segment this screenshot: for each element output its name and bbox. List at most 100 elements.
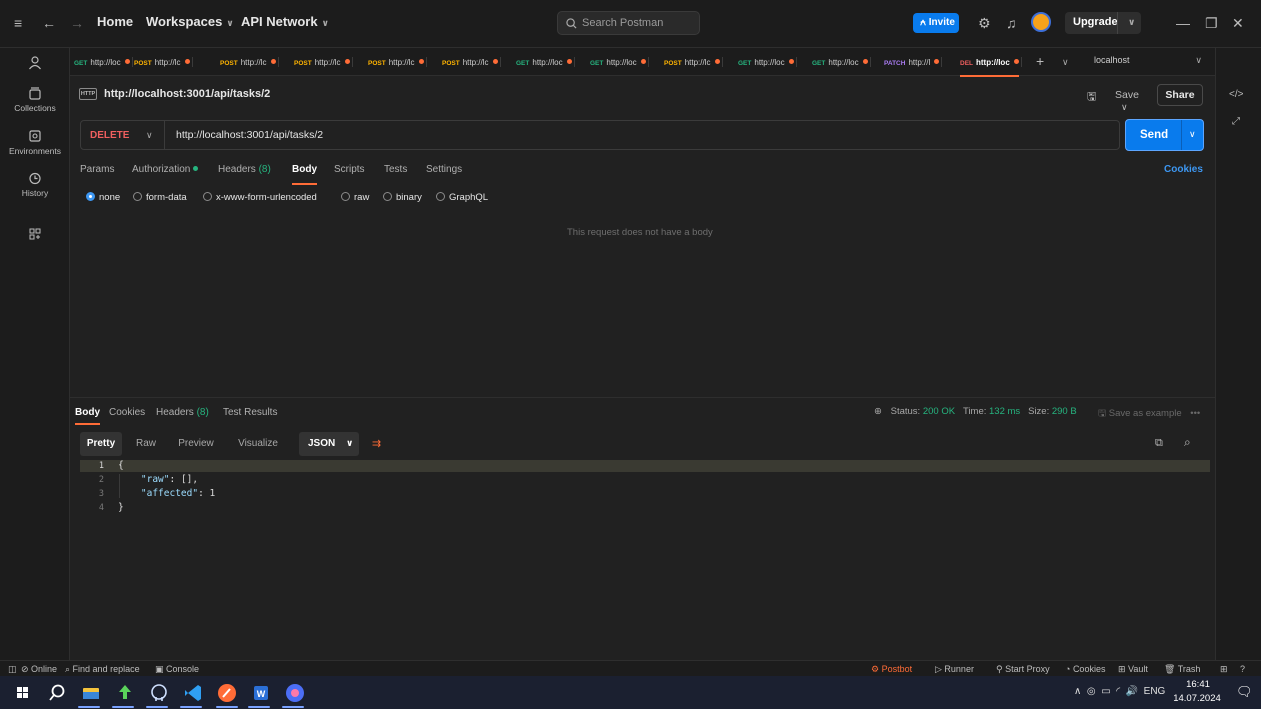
tab-body[interactable]: Body [292, 164, 317, 185]
vault-button[interactable]: ⊞ Vault [1118, 664, 1148, 675]
response-tab-body[interactable]: Body [75, 407, 100, 425]
trash-button[interactable]: 🗑 Trash [1164, 664, 1200, 675]
radio-graphql[interactable]: GraphQL [436, 192, 488, 203]
save-as-example-button[interactable]: 🖫 Save as example ••• [1098, 406, 1200, 422]
tab-headers[interactable]: Headers (8) [218, 164, 271, 175]
settings-gear-icon[interactable]: ⚙ [978, 15, 991, 32]
tabs-overflow-chevron-icon[interactable]: ∨ [1062, 57, 1069, 68]
code-line[interactable]: "affected": 1 [118, 488, 215, 499]
environment-select[interactable]: localhost ∨ [1094, 55, 1204, 65]
status-code[interactable]: 200 OK [923, 406, 955, 417]
copy-icon[interactable]: ⧉ [1155, 437, 1163, 450]
postgres-icon[interactable] [146, 680, 172, 706]
cookies-link[interactable]: Cookies [1164, 164, 1203, 175]
code-line[interactable]: "raw": [], [118, 474, 198, 485]
tab-params[interactable]: Params [80, 164, 114, 175]
notifications-icon[interactable]: 🗨 [1236, 684, 1253, 700]
view-pretty[interactable]: Pretty [80, 432, 122, 456]
taskbar-search-icon[interactable] [44, 680, 70, 706]
windows-start-icon[interactable] [10, 680, 36, 706]
language-indicator[interactable]: ENG [1144, 686, 1166, 697]
game-app-icon[interactable] [282, 680, 308, 706]
request-tab[interactable]: POST http://lc [134, 48, 193, 76]
avatar[interactable] [1031, 12, 1051, 32]
more-options-icon[interactable]: ••• [1190, 408, 1200, 419]
tab-tests[interactable]: Tests [384, 164, 407, 175]
postman-icon[interactable] [214, 680, 240, 706]
forward-arrow-icon[interactable]: → [70, 15, 84, 31]
request-tab[interactable]: GET http://loc [74, 48, 133, 76]
view-visualize[interactable]: Visualize [230, 432, 286, 456]
file-explorer-icon[interactable] [78, 680, 104, 706]
request-tab[interactable]: GET http://loc [812, 48, 871, 76]
save-button[interactable]: 🖫 Save ∨ [1087, 84, 1149, 112]
volume-icon[interactable]: 🔊 [1126, 686, 1138, 697]
upgrade-button[interactable]: Upgrade ∨ [1065, 12, 1141, 34]
system-tray[interactable]: ∧ ◎ ▭ ◜ 🔊 ENG [1074, 686, 1165, 697]
view-raw[interactable]: Raw [128, 432, 164, 456]
response-tab-headers[interactable]: Headers (8) [156, 407, 209, 418]
request-tab[interactable]: POST http://lc [220, 48, 279, 76]
wifi-icon[interactable]: ◜ [1116, 686, 1120, 697]
format-select[interactable]: JSON ∨ [299, 432, 359, 456]
clock-date[interactable]: 14.07.2024 [1172, 693, 1222, 704]
help-icon[interactable]: ? [1240, 664, 1245, 674]
request-tab[interactable]: PATCH http://l [884, 48, 943, 76]
close-icon[interactable]: ✕ [1232, 15, 1244, 32]
send-options-chevron-icon[interactable]: ∨ [1189, 129, 1196, 140]
search-input[interactable]: Search Postman [557, 11, 700, 35]
request-tab[interactable]: POST http://lc [442, 48, 501, 76]
view-preview[interactable]: Preview [172, 432, 220, 456]
notification-bell-icon[interactable]: ♫ [1006, 15, 1017, 31]
response-tab-cookies[interactable]: Cookies [109, 407, 145, 418]
radio-form-data[interactable]: form-data [133, 192, 187, 203]
wrap-lines-icon[interactable]: ⇉ [372, 437, 381, 450]
radio-none[interactable]: none [86, 192, 120, 203]
code-line[interactable]: { [118, 460, 124, 471]
chevron-down-icon[interactable]: ∨ [146, 130, 153, 141]
menu-icon[interactable]: ≡ [14, 15, 22, 31]
new-tab-plus-icon[interactable]: + [1036, 53, 1044, 69]
tray-app-icon[interactable]: ◎ [1087, 686, 1096, 697]
request-tab[interactable]: GET http://loc [516, 48, 575, 76]
nav-home[interactable]: Home [97, 14, 133, 29]
minimize-icon[interactable]: — [1176, 15, 1190, 31]
tab-authorization[interactable]: Authorization [132, 164, 199, 175]
code-snippet-icon[interactable]: </> [1229, 89, 1243, 100]
word-icon[interactable]: W [248, 680, 274, 706]
request-tab[interactable]: POST http://lc [664, 48, 723, 76]
invite-button[interactable]: ⍲ Invite [913, 13, 959, 33]
request-tab[interactable]: GET http://loc [738, 48, 797, 76]
sidebar-user-icon[interactable] [0, 56, 70, 73]
tab-settings[interactable]: Settings [426, 164, 462, 175]
radio-binary[interactable]: binary [383, 192, 422, 203]
radio-raw[interactable]: raw [341, 192, 369, 203]
sidebar-item-environments[interactable]: Environments [0, 130, 70, 156]
sidebar-add-workbench[interactable] [0, 228, 70, 243]
request-tab[interactable]: GET http://loc [590, 48, 649, 76]
vscode-icon[interactable] [180, 680, 206, 706]
console-button[interactable]: ▣ Console [155, 664, 199, 675]
back-arrow-icon[interactable]: ← [42, 15, 56, 31]
tab-scripts[interactable]: Scripts [334, 164, 365, 175]
nav-api-network[interactable]: API Network ∨ [241, 14, 329, 29]
globe-icon[interactable]: ⊕ [874, 406, 882, 417]
request-title[interactable]: http://localhost:3001/api/tasks/2 [104, 88, 270, 100]
postbot-button[interactable]: ⚙ Postbot [871, 664, 912, 675]
nav-workspaces[interactable]: Workspaces ∨ [146, 14, 234, 29]
chevron-up-icon[interactable]: ∧ [1074, 686, 1081, 697]
url-input[interactable]: http://localhost:3001/api/tasks/2 [176, 129, 323, 141]
sidebar-item-history[interactable]: History [0, 172, 70, 198]
radio-x-www-form-urlencoded[interactable]: x-www-form-urlencoded [203, 192, 317, 203]
response-time[interactable]: 132 ms [989, 406, 1020, 417]
request-tab[interactable]: DEL http://loc [960, 48, 1022, 77]
code-line[interactable]: } [118, 502, 124, 513]
response-tab-test-results[interactable]: Test Results [223, 407, 277, 418]
upload-app-icon[interactable] [112, 680, 138, 706]
request-tab[interactable]: POST http://lc [368, 48, 427, 76]
request-tab[interactable]: POST http://lc [294, 48, 353, 76]
find-replace-button[interactable]: ⌕ Find and replace [65, 664, 140, 675]
start-proxy-button[interactable]: ⚲ Start Proxy [996, 664, 1050, 675]
search-icon[interactable]: ⌕ [1184, 435, 1191, 450]
maximize-icon[interactable]: ❐ [1205, 15, 1218, 32]
